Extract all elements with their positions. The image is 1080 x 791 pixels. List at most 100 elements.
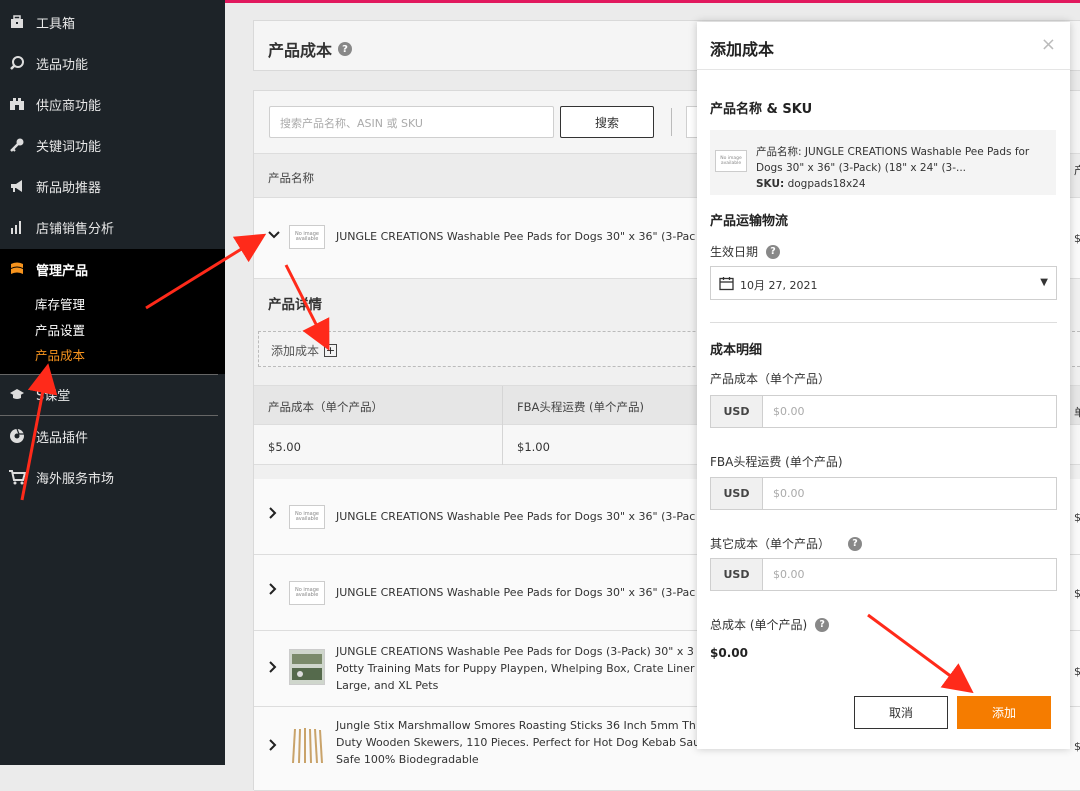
product-cost-input[interactable]: USD $0.00 (710, 395, 1057, 428)
column-product-cost: 产品成本（单个产品） (268, 400, 383, 414)
currency-addon: USD (711, 396, 763, 427)
amount-placeholder: $0.00 (773, 487, 805, 500)
truncated-cell: $ (1074, 740, 1080, 753)
product-thumbnail: No image available (289, 505, 325, 529)
amount-placeholder: $0.00 (773, 568, 805, 581)
page-title: 产品成本 ? (268, 37, 353, 61)
nav-item-supplier[interactable]: 供应商功能 (0, 86, 225, 122)
nav-item-new-product-booster[interactable]: 新品助推器 (0, 168, 225, 204)
plus-icon: + (324, 344, 338, 357)
amount-placeholder: $0.00 (773, 405, 805, 418)
section-product: 产品名称 & SKU (710, 102, 813, 117)
sidebar-divider (0, 415, 218, 416)
truncated-cell: $ (1074, 587, 1080, 600)
product-thumbnail (289, 649, 325, 685)
effective-date-select[interactable]: 10月 27, 2021 ▼ (710, 266, 1057, 300)
nav-item-classroom[interactable]: S课堂 (0, 376, 225, 412)
fba-cost-label: FBA头程运费 (单个产品) (710, 455, 843, 469)
nav-item-keywords[interactable]: 关键词功能 (0, 127, 225, 163)
total-cost-label: 总成本 (单个产品) ? (710, 616, 830, 633)
add-button[interactable]: 添加 (957, 696, 1051, 729)
truncated-cell: 单 (1074, 406, 1080, 419)
fba-cost-value: $1.00 (517, 440, 550, 454)
subnav-product-cost[interactable]: 产品成本 (35, 345, 85, 364)
fba-cost-input[interactable]: USD $0.00 (710, 477, 1057, 510)
nav-item-label: 新品助推器 (36, 180, 102, 196)
total-cost-label-text: 总成本 (单个产品) (710, 618, 808, 632)
search-input[interactable]: 搜索产品名称、ASIN 或 SKU (269, 106, 554, 138)
chevron-down-icon[interactable] (268, 228, 280, 244)
help-icon[interactable]: ? (766, 244, 781, 259)
truncated-cell: $ (1074, 511, 1080, 524)
plugin-icon (6, 428, 28, 444)
subnav-inventory[interactable]: 库存管理 (35, 294, 85, 313)
caret-down-icon: ▼ (1040, 277, 1048, 288)
toolbox-icon (6, 14, 28, 30)
chevron-right-icon[interactable] (268, 739, 278, 755)
nav-item-sales-analysis[interactable]: 店铺销售分析 (0, 209, 225, 245)
other-cost-label: 其它成本（单个产品） ? (710, 535, 863, 552)
manage-products-icon (6, 260, 28, 278)
close-icon[interactable]: × (1041, 34, 1056, 55)
graduation-cap-icon (6, 386, 28, 402)
help-icon[interactable]: ? (848, 536, 863, 551)
product-thumbnail: No image available (289, 225, 325, 249)
add-cost-label: 添加成本 (271, 344, 320, 358)
section-cost: 成本明细 (710, 343, 763, 358)
effective-date-value: 10月 27, 2021 (740, 279, 818, 292)
bar-chart-icon (6, 219, 28, 235)
product-title: JUNGLE CREATIONS Washable Pee Pads for D… (336, 586, 696, 599)
chevron-right-icon[interactable] (268, 507, 278, 523)
modal-title: 添加成本 (710, 40, 775, 59)
currency-addon: USD (711, 559, 763, 590)
section-logistics: 产品运输物流 (710, 214, 789, 229)
page-title-text: 产品成本 (268, 41, 333, 60)
nav-item-manage-products[interactable]: 管理产品 (0, 251, 225, 287)
add-cost-modal: 添加成本 × 产品名称 & SKU No image available 产品名… (697, 22, 1070, 749)
effective-date-label-text: 生效日期 (710, 245, 759, 259)
key-icon (6, 137, 28, 153)
truncated-cell: $ (1074, 665, 1080, 678)
other-cost-label-text: 其它成本（单个产品） (710, 537, 831, 551)
other-cost-input[interactable]: USD $0.00 (710, 558, 1057, 591)
calendar-icon (719, 276, 734, 294)
add-cost-button[interactable]: 添加成本 + (271, 342, 338, 359)
search-icon (6, 55, 28, 71)
cancel-button[interactable]: 取消 (854, 696, 948, 729)
effective-date-label: 生效日期 ? (710, 243, 781, 260)
column-divider (502, 425, 503, 465)
detail-title: 产品详情 (268, 297, 322, 313)
nav-item-label: 店铺销售分析 (36, 221, 115, 237)
product-title: JUNGLE CREATIONS Washable Pee Pads for D… (336, 510, 696, 523)
help-icon[interactable]: ? (815, 617, 830, 632)
help-icon[interactable]: ? (338, 42, 353, 56)
chevron-right-icon[interactable] (268, 583, 278, 599)
nav-item-label: 工具箱 (36, 16, 76, 32)
subnav-product-settings[interactable]: 产品设置 (35, 320, 85, 339)
supplier-icon (6, 96, 28, 112)
product-thumbnail (289, 725, 325, 765)
product-cost-value: $5.00 (268, 440, 301, 454)
nav-item-label: 供应商功能 (36, 98, 102, 114)
nav-item-overseas-market[interactable]: 海外服务市场 (0, 459, 225, 495)
nav-item-plugin[interactable]: 选品插件 (0, 418, 225, 454)
nav-item-label: 海外服务市场 (36, 471, 115, 487)
nav-item-product-selection[interactable]: 选品功能 (0, 45, 225, 81)
product-info: 产品名称: JUNGLE CREATIONS Washable Pee Pads… (756, 144, 1046, 192)
sku-label: SKU: (756, 178, 785, 190)
modal-divider (710, 322, 1057, 323)
product-thumbnail: No image available (289, 581, 325, 605)
chevron-right-icon[interactable] (268, 661, 278, 677)
nav-item-toolbox[interactable]: 工具箱 (0, 4, 225, 40)
product-title-line: Safe 100% Biodegradable (336, 753, 479, 766)
total-cost-value: $0.00 (710, 646, 748, 660)
truncated-cell: 产 (1074, 164, 1080, 177)
nav-item-label: 选品插件 (36, 430, 89, 446)
product-thumbnail: No image available (715, 150, 747, 172)
truncated-cell: $ (1074, 232, 1080, 245)
cart-icon (6, 469, 28, 485)
product-title: JUNGLE CREATIONS Washable Pee Pads for D… (336, 230, 696, 243)
nav-item-label: 选品功能 (36, 57, 89, 73)
search-button[interactable]: 搜索 (560, 106, 654, 138)
megaphone-icon (6, 178, 28, 194)
